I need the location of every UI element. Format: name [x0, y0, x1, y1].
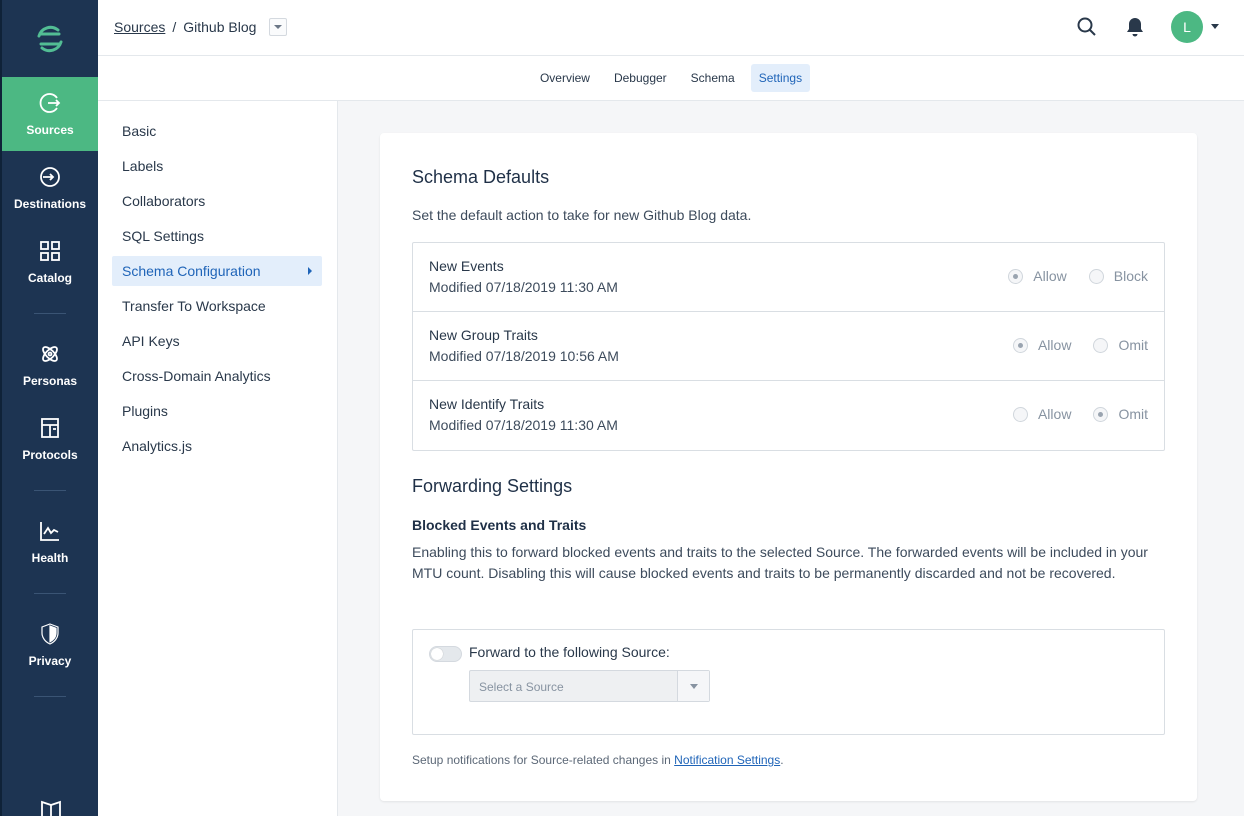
- forward-toggle-label: Forward to the following Source:: [469, 644, 670, 660]
- user-avatar[interactable]: L: [1171, 11, 1203, 43]
- search-icon[interactable]: [1076, 16, 1098, 38]
- radio-label: Allow: [1037, 406, 1072, 422]
- radio-label: Omit: [1118, 337, 1148, 353]
- rail-divider: [34, 696, 66, 697]
- radio-omit[interactable]: Omit: [1093, 337, 1148, 353]
- rail-divider: [34, 313, 66, 314]
- radio-label: Omit: [1118, 406, 1148, 422]
- rail-item-catalog[interactable]: Catalog: [2, 225, 98, 299]
- radio-dot[interactable]: [1012, 406, 1028, 422]
- docs-book-icon[interactable]: [40, 798, 62, 816]
- radio-label: Block: [1113, 268, 1148, 284]
- segment-logo-icon[interactable]: [2, 0, 98, 77]
- personas-icon: [42, 346, 58, 362]
- protocols-icon: [41, 418, 59, 438]
- rail-divider: [34, 593, 66, 594]
- table-row: New Identify Traits Modified 07/18/2019 …: [413, 381, 1164, 450]
- radio-dot[interactable]: [1008, 268, 1024, 284]
- rail-item-personas[interactable]: Personas: [2, 328, 98, 402]
- privacy-icon: [41, 623, 59, 645]
- rail-divider: [34, 490, 66, 491]
- breadcrumb: Sources / Github Blog: [114, 18, 288, 36]
- radio-dot[interactable]: [1093, 337, 1109, 353]
- settings-nav-sql-settings[interactable]: SQL Settings: [112, 221, 322, 251]
- radio-group: Allow Block: [1008, 268, 1148, 284]
- catalog-icon: [40, 241, 60, 261]
- health-icon: [40, 522, 59, 541]
- user-menu-caret-icon[interactable]: [1211, 24, 1219, 29]
- note-text: Setup notifications for Source-related c…: [412, 753, 675, 767]
- sources-icon: [39, 93, 61, 113]
- forwarding-description: Enabling this to forward blocked events …: [412, 544, 1148, 581]
- rail-label: Health: [31, 551, 69, 565]
- settings-nav-schema-configuration[interactable]: Schema Configuration: [112, 256, 322, 286]
- rail-item-destinations[interactable]: Destinations: [2, 151, 98, 225]
- rail-item-protocols[interactable]: Protocols: [2, 402, 98, 476]
- rail-label: Destinations: [13, 197, 86, 211]
- settings-nav-analytics-js[interactable]: Analytics.js: [112, 431, 322, 461]
- breadcrumb-current: Github Blog: [183, 19, 257, 35]
- source-select-placeholder: Select a Source: [470, 671, 678, 701]
- radio-group: Allow Omit: [1012, 406, 1148, 422]
- settings-nav-label: Schema Configuration: [122, 263, 261, 279]
- radio-dot[interactable]: [1093, 406, 1109, 422]
- rail-label: Protocols: [22, 448, 78, 462]
- radio-allow[interactable]: Allow: [1012, 406, 1072, 422]
- main-content: Schema Defaults Set the default action t…: [338, 101, 1244, 816]
- settings-nav-cross-domain-analytics[interactable]: Cross-Domain Analytics: [112, 361, 322, 391]
- radio-omit[interactable]: Omit: [1093, 406, 1148, 422]
- radio-label: Allow: [1037, 337, 1072, 353]
- settings-nav-labels[interactable]: Labels: [112, 151, 322, 181]
- schema-defaults-table: New Events Modified 07/18/2019 11:30 AM …: [412, 242, 1165, 451]
- tab-debugger[interactable]: Debugger: [606, 64, 675, 92]
- breadcrumb-separator: /: [172, 19, 177, 35]
- forwarding-box: Forward to the following Source: Select …: [412, 629, 1165, 735]
- source-select[interactable]: Select a Source: [469, 670, 710, 702]
- radio-allow[interactable]: Allow: [1008, 268, 1067, 284]
- schema-defaults-title: Schema Defaults: [412, 167, 550, 187]
- settings-nav-plugins[interactable]: Plugins: [112, 396, 322, 426]
- settings-nav-collaborators[interactable]: Collaborators: [112, 186, 322, 216]
- radio-block[interactable]: Block: [1088, 268, 1148, 284]
- schema-defaults-description: Set the default action to take for new G…: [412, 207, 752, 223]
- chevron-down-icon[interactable]: [678, 671, 709, 701]
- rail-item-health[interactable]: Health: [2, 505, 98, 579]
- table-row: New Events Modified 07/18/2019 11:30 AM …: [413, 243, 1164, 312]
- radio-dot[interactable]: [1012, 337, 1028, 353]
- rail-item-privacy[interactable]: Privacy: [2, 608, 98, 682]
- settings-nav-api-keys[interactable]: API Keys: [112, 326, 322, 356]
- source-tabs: Overview Debugger Schema Settings: [98, 56, 1244, 101]
- notification-note: Setup notifications for Source-related c…: [412, 753, 784, 767]
- forward-toggle[interactable]: [429, 646, 462, 662]
- tab-settings[interactable]: Settings: [750, 64, 811, 92]
- forwarding-subtitle: Blocked Events and Traits: [412, 517, 587, 533]
- radio-dot[interactable]: [1088, 268, 1104, 284]
- rail-label: Personas: [22, 374, 78, 388]
- source-switcher-dropdown[interactable]: [269, 18, 288, 36]
- destinations-icon: [40, 167, 60, 187]
- notification-settings-link[interactable]: Notification Settings: [674, 753, 780, 767]
- breadcrumb-sources-link[interactable]: Sources: [114, 19, 165, 35]
- table-row: New Group Traits Modified 07/18/2019 10:…: [413, 312, 1164, 381]
- rail-label: Catalog: [27, 271, 72, 285]
- tab-overview[interactable]: Overview: [532, 64, 598, 92]
- global-nav-rail: Sources Destinations Catalog Personas Pr…: [0, 0, 98, 816]
- radio-label: Allow: [1033, 268, 1067, 284]
- rail-item-sources[interactable]: Sources: [2, 77, 98, 151]
- settings-nav-transfer-to-workspace[interactable]: Transfer To Workspace: [112, 291, 322, 321]
- rail-label: Sources: [26, 123, 74, 137]
- schema-configuration-card: Schema Defaults Set the default action t…: [380, 133, 1197, 801]
- radio-group: Allow Omit: [1012, 337, 1148, 353]
- settings-nav: Basic Labels Collaborators SQL Settings …: [98, 101, 338, 816]
- forwarding-settings-title: Forwarding Settings: [412, 476, 573, 496]
- settings-nav-basic[interactable]: Basic: [112, 116, 322, 146]
- tab-schema[interactable]: Schema: [683, 64, 743, 92]
- note-suffix: .: [780, 753, 784, 767]
- bell-icon[interactable]: [1124, 16, 1146, 38]
- radio-allow[interactable]: Allow: [1012, 337, 1072, 353]
- rail-label: Privacy: [28, 654, 72, 668]
- top-header: Sources / Github Blog L: [98, 0, 1244, 56]
